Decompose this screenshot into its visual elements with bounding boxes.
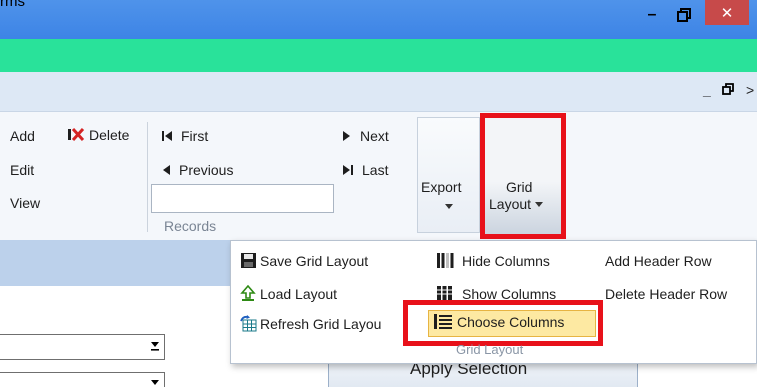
menu-item-label: Save Grid Layout (260, 252, 369, 269)
grid-layout-label-line1: Grid (506, 179, 533, 195)
last-label: Last (362, 162, 389, 178)
menu-item-choose-columns[interactable]: Choose Columns (433, 313, 564, 330)
menu-group-label: Grid Layout (456, 342, 524, 357)
app-window: rms – ✕ _ > Add Delete Edit View First N… (0, 0, 757, 387)
chevron-down-icon (535, 201, 544, 207)
window-title: rms (0, 0, 25, 10)
edit-button[interactable]: Edit (10, 162, 34, 178)
filter-dropdown[interactable] (0, 372, 165, 387)
maximize-button[interactable] (668, 0, 700, 30)
filter-dropdown[interactable] (0, 334, 165, 360)
delete-button[interactable]: Delete (67, 126, 129, 143)
first-record-icon (162, 131, 172, 141)
menu-item-label: Choose Columns (457, 313, 565, 330)
previous-button[interactable]: Previous (162, 162, 233, 178)
last-record-icon (343, 165, 353, 175)
add-button[interactable]: Add (10, 128, 35, 144)
export-label: Export (421, 179, 462, 195)
close-button[interactable]: ✕ (705, 0, 749, 25)
restore-icon (722, 83, 734, 95)
header-band (0, 39, 757, 72)
menu-item-refresh-grid-layout[interactable]: Refresh Grid Layou (240, 315, 381, 332)
choose-columns-icon (434, 314, 452, 329)
refresh-grid-icon (240, 315, 257, 332)
mdi-bar (0, 72, 757, 112)
save-icon (241, 253, 256, 268)
previous-record-icon (163, 165, 170, 175)
grid-layout-button[interactable] (480, 113, 566, 239)
next-record-icon (343, 131, 350, 141)
delete-label: Delete (89, 126, 130, 143)
menu-item-hide-columns[interactable]: Hide Columns (436, 252, 550, 269)
menu-item-load-layout[interactable]: Load Layout (240, 285, 337, 302)
view-button[interactable]: View (10, 195, 40, 211)
export-button[interactable] (417, 117, 480, 233)
menu-item-label: Load Layout (260, 285, 338, 302)
chevron-down-icon (445, 202, 453, 211)
menu-item-label: Hide Columns (462, 252, 550, 269)
mdi-close-button[interactable]: > (746, 82, 754, 98)
previous-label: Previous (179, 162, 234, 178)
dropdown-arrow-icon (150, 338, 160, 355)
ribbon-separator (147, 122, 148, 232)
menu-item-label: Refresh Grid Layou (260, 315, 382, 332)
grid-layout-label-line2: Layout (489, 196, 532, 212)
last-button[interactable]: Last (343, 162, 388, 178)
record-position-input[interactable] (151, 184, 334, 213)
hide-columns-icon (437, 253, 454, 268)
grid-layout-label-row: Layout (489, 196, 544, 212)
next-label: Next (360, 128, 389, 144)
menu-item-add-header-row[interactable]: Add Header Row (605, 253, 712, 269)
records-group-label: Records (164, 218, 217, 234)
minimize-button[interactable]: – (636, 0, 668, 30)
first-label: First (181, 128, 209, 144)
delete-icon (68, 127, 85, 142)
maximize-icon (677, 8, 691, 22)
dropdown-arrow-icon (150, 376, 160, 387)
menu-item-delete-header-row[interactable]: Delete Header Row (605, 286, 727, 302)
mdi-minimize-button[interactable]: _ (703, 82, 711, 98)
next-button[interactable]: Next (343, 128, 389, 144)
menu-item-save-grid-layout[interactable]: Save Grid Layout (240, 252, 368, 269)
first-button[interactable]: First (162, 128, 208, 144)
load-arrow-icon (240, 285, 256, 301)
mdi-restore-button[interactable] (722, 82, 734, 98)
